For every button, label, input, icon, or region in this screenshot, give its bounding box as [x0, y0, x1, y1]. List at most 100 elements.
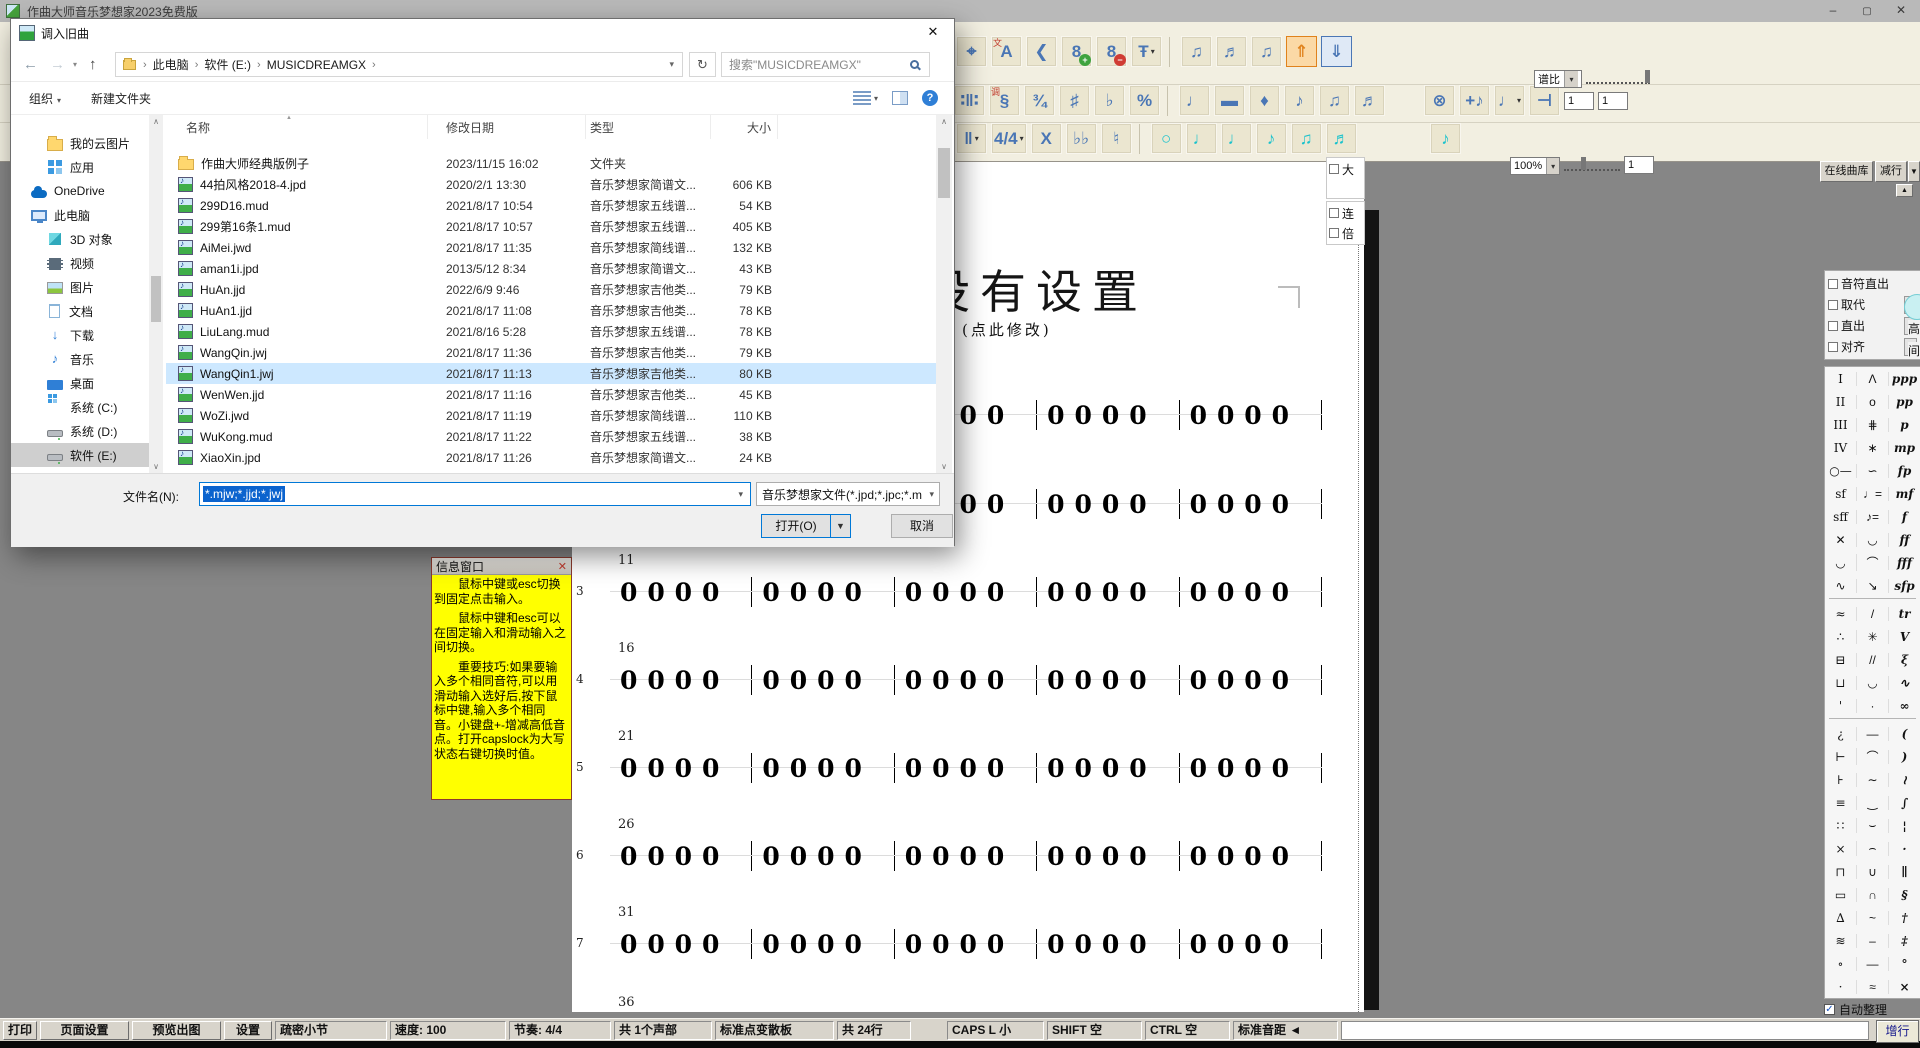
rest-note[interactable]: 0	[1217, 401, 1234, 430]
filename-input[interactable]: *.mjw;*.jjd;*.jwj ▾	[199, 482, 751, 506]
page-option[interactable]: 倍	[1329, 223, 1362, 243]
numeric-input[interactable]: 1	[1598, 92, 1628, 110]
rest-note[interactable]: 0	[1075, 842, 1092, 871]
rest-note[interactable]: 0	[647, 754, 664, 783]
rest-note[interactable]: 0	[959, 666, 976, 695]
palette-symbol[interactable]: ×	[1888, 980, 1920, 994]
rest-note[interactable]: 0	[932, 842, 949, 871]
measure[interactable]: 0000	[1180, 842, 1321, 871]
status-input[interactable]	[1341, 1021, 1869, 1040]
barline-style-tool[interactable]: ‖	[956, 123, 987, 154]
rest-note[interactable]: 0	[1075, 754, 1092, 783]
measure[interactable]: 0000	[1037, 930, 1178, 959]
rest-note[interactable]: 0	[1272, 490, 1289, 519]
recent-locations-icon[interactable]: ▾	[73, 60, 77, 69]
palette-symbol[interactable]: ·	[1856, 699, 1888, 713]
scroll-down-icon[interactable]: ∨	[936, 462, 952, 471]
rest-note[interactable]: 0	[675, 578, 692, 607]
repeat-measure-tool[interactable]: %	[1129, 85, 1160, 116]
rest-note[interactable]: 0	[702, 930, 719, 959]
palette-symbol[interactable]: ∫	[1888, 796, 1920, 810]
palette-symbol[interactable]: ✕	[1825, 533, 1856, 547]
file-row[interactable]: HuAn1.jjd2021/8/17 11:08音乐梦想家吉他类...78 KB	[166, 300, 936, 321]
palette-symbol[interactable]: fp	[1888, 464, 1920, 478]
scrollbar-thumb[interactable]	[938, 148, 950, 198]
palette-symbol[interactable]: ∩	[1856, 888, 1888, 902]
measure[interactable]: 0000	[895, 930, 1036, 959]
measure[interactable]: 0000	[752, 754, 893, 783]
help-icon[interactable]: ?	[922, 90, 938, 106]
scroll-down-icon[interactable]: ∨	[149, 462, 163, 471]
rest-note[interactable]: 0	[844, 754, 861, 783]
palette-symbol[interactable]: ◡	[1825, 556, 1856, 570]
rest-note[interactable]: 0	[959, 930, 976, 959]
palette-symbol[interactable]: III	[1825, 418, 1856, 432]
rest-note[interactable]: 0	[932, 666, 949, 695]
zoom-slider[interactable]	[1564, 159, 1620, 171]
palette-symbol[interactable]: ↘	[1856, 579, 1888, 593]
rest-note[interactable]: 0	[702, 666, 719, 695]
rest-note[interactable]: 0	[620, 578, 637, 607]
column-header[interactable]: 大小	[711, 115, 778, 139]
palette-symbol[interactable]: ∆	[1825, 911, 1856, 925]
sidebar-item[interactable]: 音乐	[11, 347, 163, 371]
palette-symbol[interactable]: fff	[1888, 556, 1920, 570]
add-line-button[interactable]: 增行	[1876, 1020, 1919, 1043]
rest-note[interactable]: 0	[817, 666, 834, 695]
palette-symbol[interactable]: ♩=	[1856, 487, 1888, 501]
rest-note[interactable]: 0	[817, 930, 834, 959]
rest-note[interactable]: 0	[1075, 930, 1092, 959]
file-row[interactable]: WuKong.mud2021/8/17 11:22音乐梦想家五线谱...38 K…	[166, 426, 936, 447]
status-button[interactable]: 预览出图	[132, 1021, 221, 1040]
palette-symbol[interactable]: ∿	[1888, 676, 1920, 690]
rest-note[interactable]: 0	[1190, 754, 1207, 783]
rest-note[interactable]: 0	[762, 930, 779, 959]
rest-note[interactable]: 0	[620, 754, 637, 783]
palette-symbol[interactable]: ×	[1825, 842, 1856, 856]
palette-symbol[interactable]: ♪=	[1856, 510, 1888, 524]
rest-note[interactable]: 0	[647, 842, 664, 871]
note-option[interactable]: 直出	[1828, 315, 1920, 336]
rest-note[interactable]: 0	[1075, 401, 1092, 430]
rest-note[interactable]: 0	[762, 754, 779, 783]
rest-note[interactable]: 0	[1190, 578, 1207, 607]
maximize-button[interactable]	[1850, 0, 1884, 22]
sidebar-scrollbar[interactable]: ∧ ∨	[149, 115, 163, 473]
rest-note[interactable]: 0	[1102, 754, 1119, 783]
column-header[interactable]: 名称	[166, 115, 428, 139]
meter-44-tool[interactable]: 4/4	[991, 123, 1027, 154]
rest-note[interactable]: 0	[1190, 842, 1207, 871]
rest-note[interactable]: 0	[1217, 578, 1234, 607]
scroll-up-icon[interactable]: ∧	[149, 117, 163, 126]
rest-note[interactable]: 0	[620, 842, 637, 871]
palette-symbol[interactable]: ⊓	[1825, 865, 1856, 879]
view-list-button[interactable]: ▾	[853, 91, 878, 105]
rest-note[interactable]: 0	[1047, 842, 1064, 871]
score-title-hint[interactable]: (点此修改)	[962, 319, 1052, 340]
palette-symbol[interactable]: ⊦	[1825, 773, 1856, 787]
rest-note[interactable]: 0	[1129, 401, 1146, 430]
eighth-note-tool[interactable]: ♪	[1284, 85, 1315, 116]
rest-note[interactable]: 0	[932, 754, 949, 783]
rest-note[interactable]: 0	[1047, 930, 1064, 959]
palette-symbol[interactable]: ∴	[1825, 630, 1856, 644]
rest-note[interactable]: 0	[844, 666, 861, 695]
measure[interactable]: 0000	[610, 842, 751, 871]
palette-symbol[interactable]: ⌒	[1856, 748, 1888, 765]
whole-note-tool[interactable]: ○	[1151, 123, 1182, 154]
zoom-select[interactable]: 100% ▾	[1510, 157, 1560, 175]
rest-note[interactable]: 0	[1102, 842, 1119, 871]
sidebar-item[interactable]: 下载	[11, 323, 163, 347]
rest-note[interactable]: 0	[1047, 578, 1064, 607]
rest-note[interactable]: 0	[790, 842, 807, 871]
palette-symbol[interactable]: ∥	[1888, 865, 1920, 879]
sidebar-item[interactable]: 文档	[11, 299, 163, 323]
palette-symbol[interactable]: ∷	[1825, 819, 1856, 833]
up-icon[interactable]: ↑	[89, 56, 97, 73]
sidebar-item[interactable]: OneDrive	[11, 179, 163, 203]
address-bar[interactable]: › 此电脑›软件 (E:)›MUSICDREAMGX› ▾	[115, 52, 683, 77]
rest-note[interactable]: 0	[1272, 401, 1289, 430]
measure[interactable]: 0000	[1037, 842, 1178, 871]
palette-symbol[interactable]: I	[1825, 372, 1856, 386]
note-pair-tool[interactable]: ♫	[1251, 36, 1282, 67]
